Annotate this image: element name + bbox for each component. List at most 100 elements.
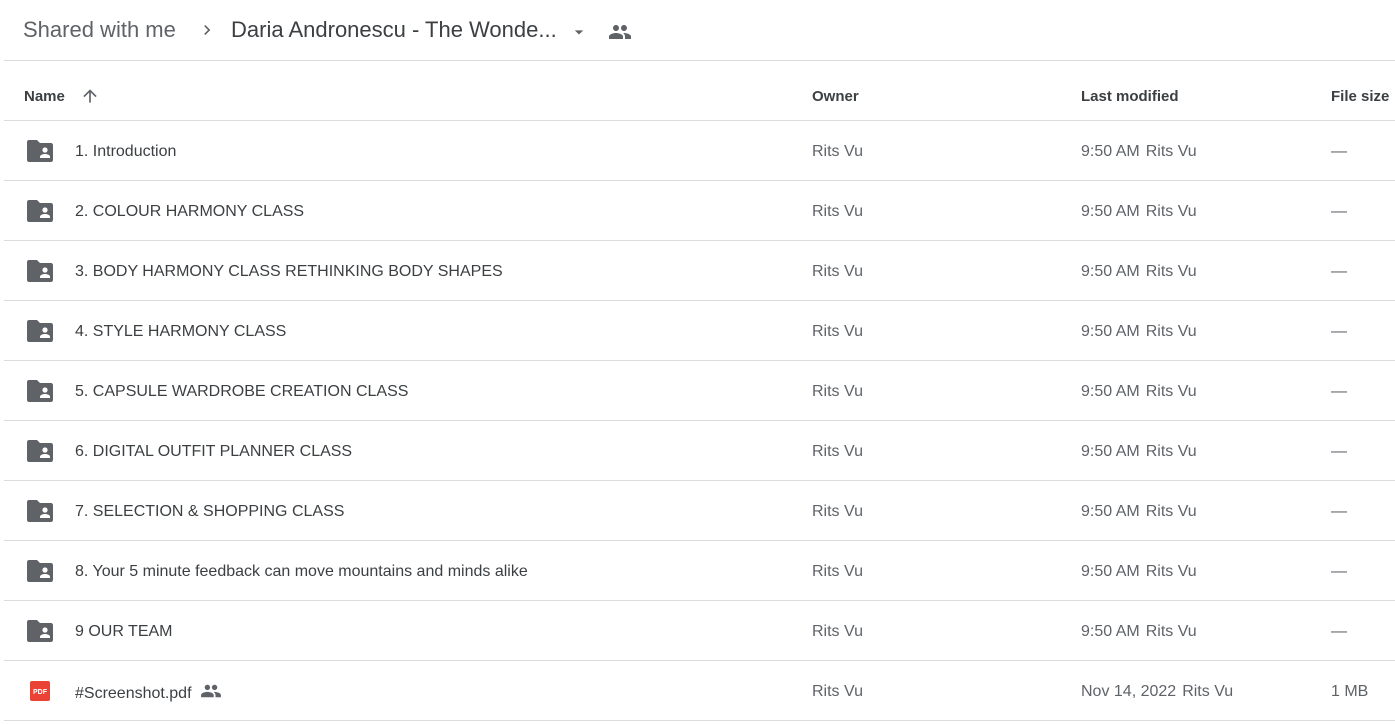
file-list: Name Owner Last modified File size 1. In… [4,60,1395,721]
modified-by: Rits Vu [1145,503,1197,520]
modified-date: Nov 14, 2022 [1081,683,1177,700]
file-owner: Rits Vu [812,503,863,520]
caret-down-icon[interactable] [569,22,589,42]
file-name: 3. BODY HARMONY CLASS RETHINKING BODY SH… [75,262,503,282]
column-header-name[interactable]: Name [24,88,65,106]
table-row[interactable]: 4. STYLE HARMONY CLASS Rits Vu 9:50 AM Rits… [4,301,1395,361]
breadcrumb: Shared with me Daria Andronescu - The Wo… [0,0,1395,60]
file-owner: Rits Vu [812,683,863,700]
modified-date: 9:50 AM [1081,383,1140,400]
shared-folder-icon [27,200,53,222]
file-owner: Rits Vu [812,383,863,400]
file-name-text: 6. DIGITAL OUTFIT PLANNER CLASS [75,443,353,460]
file-size: — [1331,563,1347,580]
shared-folder-icon [27,620,53,642]
file-last-modified: 9:50 AM Rits Vu [1081,502,1197,522]
file-list-header: Name Owner Last modified File size [4,60,1395,121]
breadcrumb-shared-with-me[interactable]: Shared with me [23,16,176,44]
modified-by: Rits Vu [1145,623,1197,640]
file-owner: Rits Vu [812,323,863,340]
file-size: 1 MB [1331,683,1369,700]
file-owner: Rits Vu [812,623,863,640]
file-last-modified: 9:50 AM Rits Vu [1081,322,1197,342]
file-name: 2. COLOUR HARMONY CLASS [75,202,304,222]
modified-by: Rits Vu [1182,683,1234,700]
file-last-modified: 9:50 AM Rits Vu [1081,202,1197,222]
file-last-modified: Nov 14, 2022 Rits Vu [1081,682,1233,702]
file-last-modified: 9:50 AM Rits Vu [1081,442,1197,462]
table-row[interactable]: 6. DIGITAL OUTFIT PLANNER CLASS Rits Vu 9:… [4,421,1395,481]
file-name: 5. CAPSULE WARDROBE CREATION CLASS [75,382,408,402]
table-row[interactable]: 1. Introduction Rits Vu 9:50 AM Rits Vu — [4,121,1395,181]
file-name-text: 4. STYLE HARMONY CLASS [75,323,287,340]
file-name-text: 3. BODY HARMONY CLASS RETHINKING BODY SH… [75,263,503,280]
shared-folder-icon [27,440,53,462]
table-row[interactable]: 7. SELECTION & SHOPPING CLASS Rits Vu 9:50… [4,481,1395,541]
modified-by: Rits Vu [1145,563,1197,580]
shared-folder-icon [27,260,53,282]
file-last-modified: 9:50 AM Rits Vu [1081,142,1197,162]
file-size: — [1331,203,1347,220]
file-size: — [1331,263,1347,280]
file-name: 6. DIGITAL OUTFIT PLANNER CLASS [75,442,352,462]
file-name: 7. SELECTION & SHOPPING CLASS [75,502,344,522]
file-owner: Rits Vu [812,263,863,280]
table-row[interactable]: 5. CAPSULE WARDROBE CREATION CLASS Rits V… [4,361,1395,421]
file-owner: Rits Vu [812,443,863,460]
column-header-owner[interactable]: Owner [812,88,859,106]
modified-date: 9:50 AM [1081,503,1140,520]
pdf-file-icon: PDF [30,681,50,701]
arrow-up-icon[interactable] [80,86,100,106]
modified-date: 9:50 AM [1081,203,1140,220]
column-header-file-size[interactable]: File size [1331,88,1389,106]
people-icon [609,25,631,39]
file-name-text: 5. CAPSULE WARDROBE CREATION CLASS [75,383,409,400]
file-size: — [1331,503,1347,520]
file-name: #Screenshot.pdf [75,682,222,704]
file-size: — [1331,383,1347,400]
file-name: 4. STYLE HARMONY CLASS [75,322,286,342]
file-owner: Rits Vu [812,143,863,160]
shared-folder-icon [27,500,53,522]
column-header-last-modified[interactable]: Last modified [1081,88,1179,106]
modified-by: Rits Vu [1145,263,1197,280]
file-owner: Rits Vu [812,203,863,220]
file-size: — [1331,623,1347,640]
file-name-text: 8. Your 5 minute feedback can move mount… [75,563,528,580]
modified-date: 9:50 AM [1081,143,1140,160]
people-icon [200,684,221,698]
file-last-modified: 9:50 AM Rits Vu [1081,562,1197,582]
modified-date: 9:50 AM [1081,563,1140,580]
modified-by: Rits Vu [1145,203,1197,220]
file-size: — [1331,443,1347,460]
modified-date: 9:50 AM [1081,263,1140,280]
file-name-text: #Screenshot.pdf [75,685,192,702]
file-name-text: 9 OUR TEAM [75,623,173,640]
file-last-modified: 9:50 AM Rits Vu [1081,382,1197,402]
file-name-text: 1. Introduction [75,143,177,160]
table-row[interactable]: PDF #Screenshot.pdf Rits Vu Nov 14, 2022 Rit… [4,661,1395,721]
modified-by: Rits Vu [1145,443,1197,460]
modified-by: Rits Vu [1145,143,1197,160]
modified-by: Rits Vu [1145,323,1197,340]
table-row[interactable]: 3. BODY HARMONY CLASS RETHINKING BODY SH… [4,241,1395,301]
table-row[interactable]: 9 OUR TEAM Rits Vu 9:50 AM Rits Vu — [4,601,1395,661]
svg-text:PDF: PDF [33,689,48,696]
file-size: — [1331,143,1347,160]
breadcrumb-current-folder[interactable]: Daria Andronescu - The Wonde... [231,16,557,44]
table-row[interactable]: 8. Your 5 minute feedback can move mount… [4,541,1395,601]
table-row[interactable]: 2. COLOUR HARMONY CLASS Rits Vu 9:50 AM Rit… [4,181,1395,241]
file-last-modified: 9:50 AM Rits Vu [1081,262,1197,282]
file-name: 1. Introduction [75,142,176,162]
shared-folder-icon [27,560,53,582]
file-owner: Rits Vu [812,563,863,580]
shared-folder-icon [27,140,53,162]
file-name: 9 OUR TEAM [75,622,173,642]
modified-by: Rits Vu [1145,383,1197,400]
modified-date: 9:50 AM [1081,323,1140,340]
file-size: — [1331,323,1347,340]
shared-folder-icon [27,320,53,342]
file-name-text: 7. SELECTION & SHOPPING CLASS [75,503,345,520]
modified-date: 9:50 AM [1081,443,1140,460]
file-name: 8. Your 5 minute feedback can move mount… [75,562,528,582]
